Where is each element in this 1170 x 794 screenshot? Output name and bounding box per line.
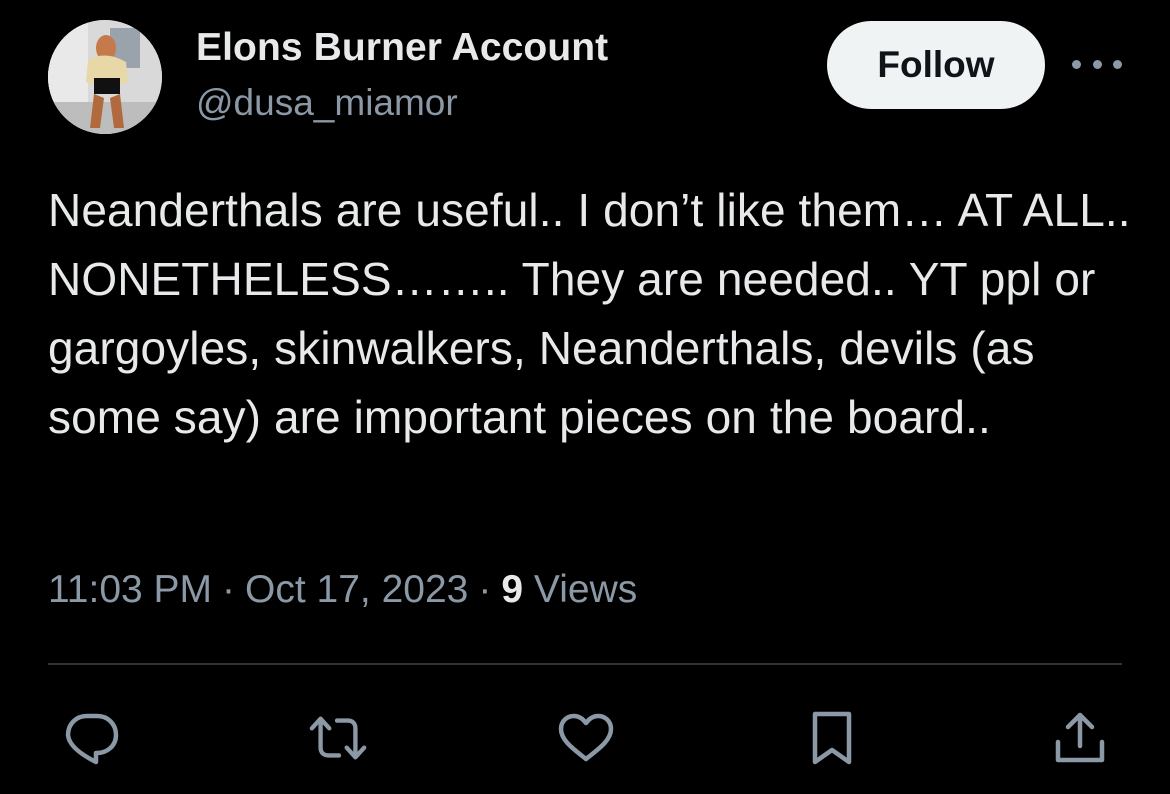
tweet-meta: 11:03 PM · Oct 17, 2023 · 9 Views bbox=[48, 566, 637, 614]
follow-button[interactable]: Follow bbox=[827, 21, 1045, 109]
tweet-text: Neanderthals are useful.. I don’t like t… bbox=[48, 184, 1131, 443]
reply-button[interactable] bbox=[62, 708, 122, 768]
divider bbox=[48, 663, 1122, 665]
share-icon bbox=[1055, 712, 1105, 763]
more-dot bbox=[1092, 59, 1102, 69]
author-block: Elons Burner Account @dusa_miamor bbox=[196, 26, 608, 124]
tweet-time[interactable]: 11:03 PM bbox=[48, 568, 212, 611]
avatar[interactable] bbox=[48, 20, 162, 134]
more-dot bbox=[1072, 59, 1081, 69]
more-dot bbox=[1113, 59, 1122, 69]
tweet-card: Elons Burner Account @dusa_miamor Follow… bbox=[0, 0, 1170, 794]
like-button[interactable] bbox=[556, 708, 616, 768]
retweet-icon bbox=[309, 716, 367, 760]
more-horizontal-icon[interactable] bbox=[1072, 50, 1122, 78]
bookmark-button[interactable] bbox=[802, 708, 862, 768]
retweet-button[interactable] bbox=[308, 708, 368, 768]
display-name[interactable]: Elons Burner Account bbox=[196, 26, 608, 70]
share-button[interactable] bbox=[1050, 708, 1110, 768]
tweet-date[interactable]: Oct 17, 2023 bbox=[245, 568, 468, 611]
meta-separator: · bbox=[222, 568, 236, 611]
avatar-image bbox=[48, 20, 162, 134]
heart-icon bbox=[558, 713, 614, 762]
bookmark-icon bbox=[812, 711, 852, 765]
meta-separator: · bbox=[478, 568, 492, 611]
views-label[interactable]: Views bbox=[534, 568, 637, 611]
user-handle[interactable]: @dusa_miamor bbox=[196, 82, 608, 124]
reply-icon bbox=[65, 713, 119, 765]
views-count[interactable]: 9 bbox=[501, 568, 523, 611]
